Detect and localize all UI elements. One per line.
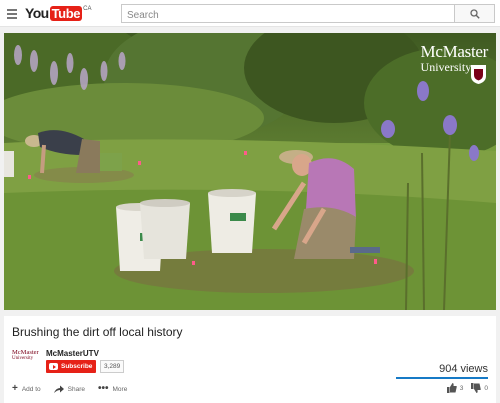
search-button[interactable] bbox=[455, 4, 495, 23]
share-label: Share bbox=[67, 385, 85, 393]
video-player[interactable]: McMaster University bbox=[4, 33, 496, 310]
channel-logo-line2: University bbox=[12, 356, 34, 361]
thumbs-up-icon bbox=[446, 383, 457, 393]
rating-buttons: 3 0 bbox=[439, 383, 488, 393]
search-field bbox=[121, 4, 455, 24]
video-info-card: Brushing the dirt off local history McMa… bbox=[4, 316, 496, 403]
subscribe-button[interactable]: Subscribe bbox=[46, 360, 97, 373]
subscriber-count: 3,289 bbox=[100, 360, 125, 373]
share-icon bbox=[53, 385, 64, 393]
channel-avatar[interactable]: McMaster University bbox=[12, 349, 42, 371]
masthead: You Tube CA bbox=[0, 0, 500, 27]
watermark-line1: McMaster bbox=[420, 42, 489, 61]
more-dots-icon: ••• bbox=[98, 383, 109, 394]
video-frame bbox=[4, 33, 496, 310]
channel-logo-line1: McMaster bbox=[12, 349, 39, 356]
dislike-count: 0 bbox=[484, 384, 488, 392]
channel-name[interactable]: McMasterUTV bbox=[46, 349, 99, 358]
youtube-play-icon bbox=[49, 363, 58, 370]
plus-icon: + bbox=[12, 383, 18, 394]
university-crest-icon bbox=[471, 65, 486, 84]
logo-tube-text: Tube bbox=[49, 6, 83, 21]
add-to-label: Add to bbox=[21, 385, 41, 393]
add-to-button[interactable]: + Add to bbox=[12, 384, 41, 394]
more-button[interactable]: ••• More bbox=[98, 384, 127, 394]
logo-you-text: You bbox=[25, 5, 49, 21]
action-bar: + Add to Share ••• More bbox=[12, 384, 140, 394]
logo-country-code: CA bbox=[83, 6, 92, 12]
thumbs-down-icon bbox=[471, 383, 482, 393]
search-icon bbox=[469, 8, 480, 19]
more-label: More bbox=[112, 385, 128, 393]
like-button[interactable]: 3 bbox=[446, 383, 464, 393]
like-bar-fill bbox=[396, 377, 488, 379]
search-input[interactable] bbox=[122, 7, 454, 24]
like-count: 3 bbox=[459, 384, 464, 392]
dislike-button[interactable]: 0 bbox=[471, 383, 488, 393]
like-dislike-bar bbox=[396, 377, 488, 379]
menu-icon[interactable] bbox=[7, 9, 17, 19]
view-count: 904 views bbox=[439, 363, 488, 375]
share-button[interactable]: Share bbox=[53, 385, 85, 394]
subscribe-label: Subscribe bbox=[61, 363, 93, 370]
youtube-logo[interactable]: You Tube CA bbox=[25, 5, 91, 22]
video-title: Brushing the dirt off local history bbox=[12, 325, 183, 339]
